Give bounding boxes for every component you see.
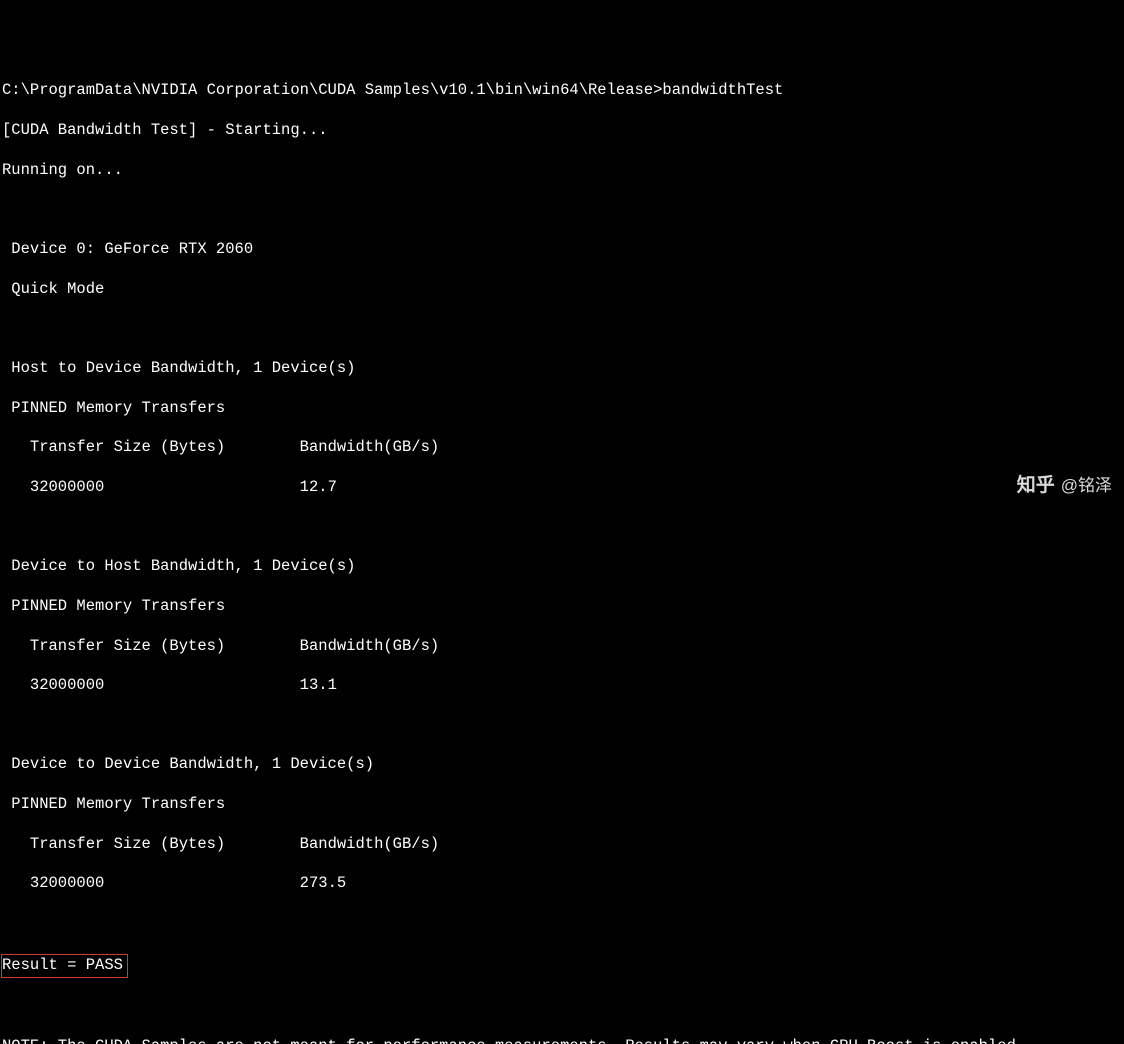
result-pass: Result = PASS <box>1 954 128 978</box>
col-bandwidth: Bandwidth(GB/s) <box>300 637 440 655</box>
blank-line <box>2 200 1124 220</box>
val-transfer-size: 32000000 <box>2 478 104 496</box>
col-transfer-size: Transfer Size (Bytes) <box>2 438 225 456</box>
table-header: Transfer Size (Bytes) Bandwidth(GB/s) <box>2 835 1124 855</box>
blank-line <box>2 716 1124 736</box>
pinned-mem: PINNED Memory Transfers <box>2 399 1124 419</box>
watermark: 知乎 @铭泽 <box>1017 474 1112 498</box>
note-line: NOTE: The CUDA Samples are not meant for… <box>2 1037 1124 1044</box>
section-title: Device to Host Bandwidth, 1 Device(s) <box>2 557 1124 577</box>
blank-line <box>2 319 1124 339</box>
blank-line <box>2 518 1124 538</box>
device-info: Device 0: GeForce RTX 2060 <box>2 240 1124 260</box>
pinned-mem: PINNED Memory Transfers <box>2 597 1124 617</box>
val-bandwidth: 273.5 <box>300 874 347 892</box>
blank-line <box>2 997 1124 1017</box>
col-bandwidth: Bandwidth(GB/s) <box>300 835 440 853</box>
table-header: Transfer Size (Bytes) Bandwidth(GB/s) <box>2 637 1124 657</box>
prompt-path: C:\ProgramData\NVIDIA Corporation\CUDA S… <box>2 81 662 99</box>
banner-title: [CUDA Bandwidth Test] - Starting... <box>2 121 1124 141</box>
pinned-mem: PINNED Memory Transfers <box>2 795 1124 815</box>
result-line: Result = PASS <box>2 954 1124 978</box>
val-bandwidth: 13.1 <box>300 676 337 694</box>
quick-mode: Quick Mode <box>2 280 1124 300</box>
table-row: 32000000 12.7 <box>2 478 1124 498</box>
val-bandwidth: 12.7 <box>300 478 337 496</box>
running-on: Running on... <box>2 161 1124 181</box>
col-transfer-size: Transfer Size (Bytes) <box>2 835 225 853</box>
val-transfer-size: 32000000 <box>2 676 104 694</box>
section-title: Device to Device Bandwidth, 1 Device(s) <box>2 755 1124 775</box>
table-row: 32000000 13.1 <box>2 676 1124 696</box>
col-bandwidth: Bandwidth(GB/s) <box>300 438 440 456</box>
watermark-user: @铭泽 <box>1061 475 1112 497</box>
blank-line <box>2 914 1124 934</box>
table-header: Transfer Size (Bytes) Bandwidth(GB/s) <box>2 438 1124 458</box>
val-transfer-size: 32000000 <box>2 874 104 892</box>
zhihu-icon: 知乎 <box>1017 474 1055 498</box>
prompt-line: C:\ProgramData\NVIDIA Corporation\CUDA S… <box>2 81 1124 101</box>
section-title: Host to Device Bandwidth, 1 Device(s) <box>2 359 1124 379</box>
table-row: 32000000 273.5 <box>2 874 1124 894</box>
command-text[interactable]: bandwidthTest <box>662 81 783 99</box>
col-transfer-size: Transfer Size (Bytes) <box>2 637 225 655</box>
